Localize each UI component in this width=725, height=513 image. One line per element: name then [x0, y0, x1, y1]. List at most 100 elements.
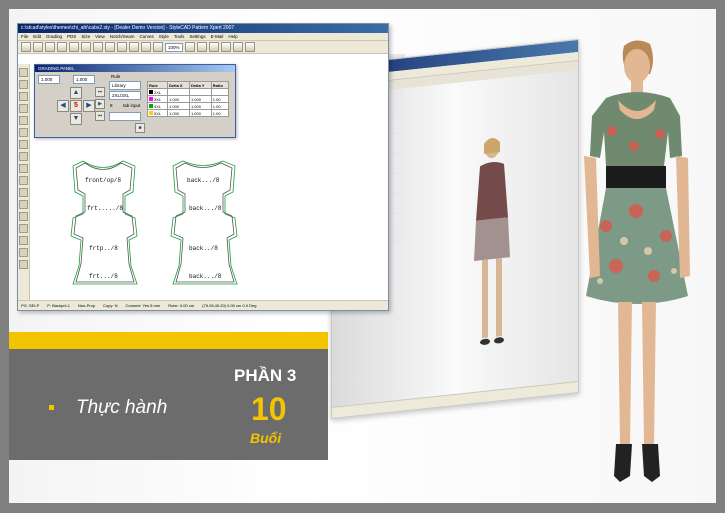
- menu-grading[interactable]: Grading: [46, 33, 62, 40]
- zoom-in-icon[interactable]: [184, 42, 195, 52]
- pattern-label: front/op/8: [85, 177, 121, 184]
- col-delta-x[interactable]: Delta X: [167, 81, 190, 89]
- menu-edit[interactable]: Edit: [33, 33, 41, 40]
- window-title: c:\stcad\styles\themes\chi_ahi\cabs2.sty…: [18, 24, 388, 33]
- part-heading: PHẦN 3: [234, 366, 297, 385]
- col-delta-y[interactable]: Delta Y: [188, 81, 212, 89]
- size-color-swatch: [149, 90, 153, 95]
- menu-pds[interactable]: PDS: [67, 33, 76, 40]
- menu-email[interactable]: E-Mail: [211, 33, 224, 40]
- tool-marker-icon[interactable]: [19, 248, 28, 257]
- copy-icon[interactable]: [81, 42, 91, 52]
- undo-icon[interactable]: [105, 42, 115, 52]
- center-value[interactable]: 5: [70, 100, 82, 112]
- tool-grade-icon[interactable]: [19, 152, 28, 161]
- grading-table: Rule Delta X Delta Y Ratio 2XL 3XL 1.000…: [146, 81, 230, 117]
- tool-pleat-icon[interactable]: [19, 128, 28, 137]
- tab-input-checkbox[interactable]: tab input: [123, 103, 140, 108]
- library-select[interactable]: Library: [109, 81, 141, 90]
- redo-icon[interactable]: [117, 42, 127, 52]
- paste-icon[interactable]: [93, 42, 103, 52]
- 3d-model-floral-dress: [584, 40, 690, 482]
- accent-bar: [9, 332, 328, 349]
- menu-style[interactable]: Style: [159, 33, 169, 40]
- table-row[interactable]: 3XL 1.000 1.000 1.00: [146, 95, 230, 103]
- arrow-down-icon[interactable]: ▼: [70, 113, 82, 125]
- tool-notch-icon[interactable]: [19, 104, 28, 113]
- pattern-pieces[interactable]: front/op/8 frt...../8 frtp../8 frt.../8 …: [63, 156, 273, 296]
- layer-icon[interactable]: [220, 42, 231, 52]
- toolbar: 100%: [18, 41, 388, 54]
- rule-input[interactable]: [109, 112, 141, 121]
- size-color-swatch: [149, 104, 153, 109]
- tool-measure-icon[interactable]: [19, 236, 28, 245]
- status-field: Ruler: 0.00 cm: [168, 303, 195, 308]
- tool-cut-icon[interactable]: [19, 188, 28, 197]
- apply-icon[interactable]: ■: [135, 123, 145, 133]
- size-color-swatch: [149, 111, 153, 116]
- grid-icon[interactable]: [153, 42, 163, 52]
- pattern-label: back../8: [189, 245, 218, 252]
- mail-icon[interactable]: [232, 42, 243, 52]
- next-icon[interactable]: ⏭: [95, 87, 105, 97]
- zoom-select[interactable]: 100%: [165, 42, 183, 52]
- menu-size[interactable]: Size: [81, 33, 90, 40]
- arrow-up-icon[interactable]: ▲: [70, 87, 82, 99]
- status-field: (75.28,40.20) 0.00 cm 0.0 Deg: [202, 303, 257, 308]
- menu-curves[interactable]: Curves: [140, 33, 154, 40]
- menu-notch-seam[interactable]: Notch/Seam: [110, 33, 135, 40]
- zoom-out-icon[interactable]: [196, 42, 207, 52]
- pattern-label: back.../8: [187, 177, 220, 184]
- menu-view[interactable]: View: [95, 33, 105, 40]
- status-field: PG: SELP: [21, 303, 40, 308]
- arrow-right-icon[interactable]: ▶: [83, 100, 95, 112]
- grading-panel: GRADING PANEL 1.000 1.000 Rule Library 2…: [34, 64, 236, 138]
- tool-line-icon[interactable]: [19, 80, 28, 89]
- col-ratio[interactable]: Ratio: [210, 81, 230, 89]
- tool-dart-icon[interactable]: [19, 116, 28, 125]
- fit-icon[interactable]: [208, 42, 219, 52]
- rule-select[interactable]: 2XL/3XL: [109, 91, 141, 100]
- prev-icon[interactable]: ⏮: [95, 111, 105, 121]
- table-row[interactable]: 2XL: [146, 88, 230, 96]
- open-icon[interactable]: [33, 42, 43, 52]
- save-icon[interactable]: [45, 42, 55, 52]
- size-color-swatch: [149, 97, 153, 102]
- rule-label: Rule: [111, 74, 121, 79]
- tool-zoom-icon[interactable]: [19, 260, 28, 269]
- rule-id: 8: [110, 103, 113, 108]
- tool-curve-icon[interactable]: [19, 92, 28, 101]
- tool-join-icon[interactable]: [19, 200, 28, 209]
- play-icon[interactable]: ▶: [95, 99, 105, 109]
- col-rule[interactable]: Rule: [146, 81, 169, 89]
- tool-button-icon[interactable]: [19, 224, 28, 233]
- menu-tools[interactable]: Tools: [174, 33, 185, 40]
- measure-icon[interactable]: [141, 42, 151, 52]
- status-field: P: Backpnl-1: [47, 303, 70, 308]
- grade-direction-pad: ▲ ◀ 5 ▶ ▼: [57, 87, 95, 125]
- pattern-label: frtp../8: [89, 245, 118, 252]
- tool-rotate-icon[interactable]: [19, 164, 28, 173]
- left-toolbar: [18, 64, 30, 300]
- tool-mirror-icon[interactable]: [19, 176, 28, 185]
- help-icon[interactable]: [244, 42, 255, 52]
- menu-help[interactable]: Help: [228, 33, 237, 40]
- menu-settings[interactable]: Settings: [189, 33, 205, 40]
- x-value-input[interactable]: 1.000: [38, 75, 60, 84]
- arrow-left-icon[interactable]: ◀: [57, 100, 69, 112]
- session-count: 10: [251, 391, 287, 427]
- table-row[interactable]: 4XL 1.000 1.000 1.00: [146, 102, 230, 110]
- pattern-label: frt.../8: [89, 273, 118, 280]
- select-icon[interactable]: [129, 42, 139, 52]
- tool-point-icon[interactable]: [19, 68, 28, 77]
- new-icon[interactable]: [21, 42, 31, 52]
- table-row[interactable]: 5XL 1.000 1.000 1.00: [146, 109, 230, 117]
- cut-icon[interactable]: [69, 42, 79, 52]
- print-icon[interactable]: [57, 42, 67, 52]
- tool-text-icon[interactable]: [19, 212, 28, 221]
- menu-file[interactable]: File: [21, 33, 28, 40]
- tool-seam-icon[interactable]: [19, 140, 28, 149]
- status-field: Copy: N: [103, 303, 118, 308]
- y-value-input[interactable]: 1.000: [73, 75, 95, 84]
- status-field: Connect: Yes 5.mm: [125, 303, 161, 308]
